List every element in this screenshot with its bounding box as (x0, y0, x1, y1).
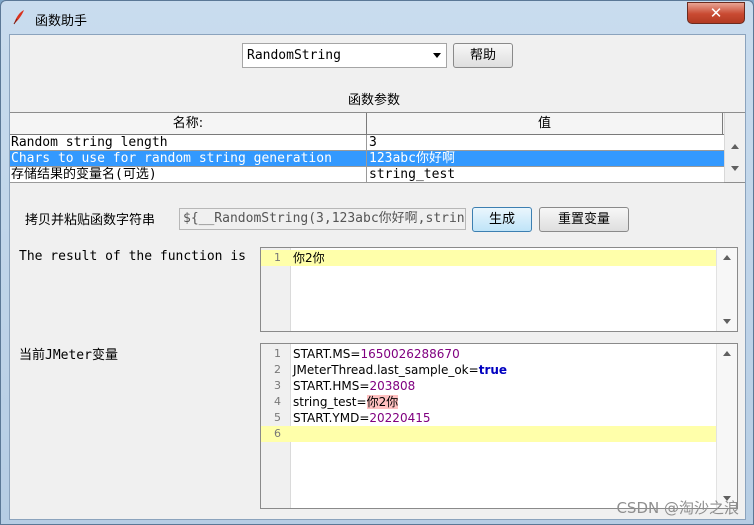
var-eq: = (359, 411, 370, 425)
editor-line: 1 你2你 (261, 250, 716, 266)
line-number: 2 (274, 363, 281, 376)
table-scrollbar[interactable] (724, 113, 745, 182)
var-key: JMeterThread.last_sample_ok (293, 363, 469, 377)
variable-entry: START.MS=1650026288670 (293, 346, 460, 362)
result-editor[interactable]: 1 你2你 (260, 247, 738, 332)
editor-line: 1 START.MS=1650026288670 (261, 346, 716, 362)
jmeter-vars-label: 当前JMeter变量 (19, 348, 118, 363)
window-title: 函数助手 (35, 14, 88, 29)
feather-pen-icon (13, 10, 24, 25)
editor-line-current: 6 (261, 426, 716, 442)
variable-entry: START.HMS=203808 (293, 378, 415, 394)
var-key: START.YMD (293, 411, 360, 425)
editor-line: 5 START.YMD=20220415 (261, 410, 716, 426)
var-key: START.HMS (293, 379, 360, 393)
table-body: Random string length 3 Chars to use for … (10, 135, 724, 183)
variable-entry: START.YMD=20220415 (293, 410, 430, 426)
line-number: 5 (274, 411, 281, 424)
line-number: 6 (274, 427, 281, 440)
params-table: 名称: 值 Random string length 3 Chars to us… (10, 112, 745, 183)
var-eq: = (350, 347, 361, 361)
column-header-name[interactable]: 名称: (10, 113, 367, 134)
var-key: START.MS (293, 347, 351, 361)
copy-function-label: 拷贝并粘贴函数字符串 (25, 213, 156, 228)
param-name-cell[interactable]: Random string length (10, 135, 367, 150)
generate-button[interactable]: 生成 (472, 207, 532, 232)
var-value: 20220415 (369, 411, 431, 425)
table-row[interactable]: Random string length 3 (10, 135, 724, 151)
var-eq: = (468, 363, 479, 377)
title-bar[interactable]: 函数助手 ✕ (1, 1, 753, 35)
watermark: CSDN @淘沙之浪 (616, 499, 739, 517)
line-number: 1 (274, 347, 281, 360)
editor-line: 2 JMeterThread.last_sample_ok=true (261, 362, 716, 378)
table-header: 名称: 值 (10, 113, 724, 135)
function-string-field[interactable]: ${__RandomString(3,123abc你好啊,string_test… (179, 208, 466, 230)
var-value: 1650026288670 (360, 347, 460, 361)
param-name-cell[interactable]: Chars to use for random string generatio… (10, 151, 367, 166)
result-text: 你2你 (293, 251, 325, 265)
editor-line: 3 START.HMS=203808 (261, 378, 716, 394)
param-name-cell[interactable]: 存储结果的变量名(可选) (10, 167, 367, 182)
editor-line: 4 string_test=你2你 (261, 394, 716, 410)
dialog-content: RandomString 帮助 函数参数 名称: 值 Random string… (9, 34, 746, 520)
function-select-value: RandomString (247, 48, 341, 63)
param-value-cell[interactable]: 3 (367, 135, 724, 150)
var-eq: = (356, 395, 367, 409)
reset-variables-button[interactable]: 重置变量 (539, 207, 629, 232)
param-value-cell[interactable]: string_test (367, 167, 724, 182)
variables-editor[interactable]: 1 START.MS=1650026288670 2 JMeterThread.… (260, 343, 738, 509)
column-header-value[interactable]: 值 (367, 113, 723, 134)
var-key: string_test (293, 395, 357, 409)
help-button[interactable]: 帮助 (453, 43, 513, 68)
scroll-up-icon[interactable] (731, 144, 739, 149)
scroll-down-icon[interactable] (723, 319, 731, 324)
variable-entry: JMeterThread.last_sample_ok=true (293, 362, 507, 378)
editor-scrollbar[interactable] (716, 248, 737, 331)
var-value: true (478, 363, 508, 377)
var-value: 你2你 (366, 395, 399, 409)
scroll-up-icon[interactable] (723, 351, 731, 356)
result-label: The result of the function is (19, 249, 246, 264)
line-number: 3 (274, 379, 281, 392)
line-number: 1 (274, 251, 281, 264)
scroll-down-icon[interactable] (731, 166, 739, 171)
close-button[interactable]: ✕ (687, 2, 745, 24)
param-value-cell[interactable]: 123abc你好啊 (367, 151, 724, 166)
line-number: 4 (274, 395, 281, 408)
table-row-selected[interactable]: Chars to use for random string generatio… (10, 151, 724, 167)
table-row[interactable]: 存储结果的变量名(可选) string_test (10, 167, 724, 183)
scroll-up-icon[interactable] (723, 255, 731, 260)
editor-scrollbar[interactable] (716, 344, 737, 508)
variable-entry: string_test=你2你 (293, 394, 399, 410)
chevron-down-icon (433, 53, 441, 58)
var-eq: = (359, 379, 370, 393)
var-value: 203808 (369, 379, 416, 393)
function-helper-window: 函数助手 ✕ RandomString 帮助 函数参数 名称: 值 Random… (0, 0, 754, 525)
function-select[interactable]: RandomString (242, 43, 447, 68)
params-section-title: 函数参数 (348, 93, 401, 108)
